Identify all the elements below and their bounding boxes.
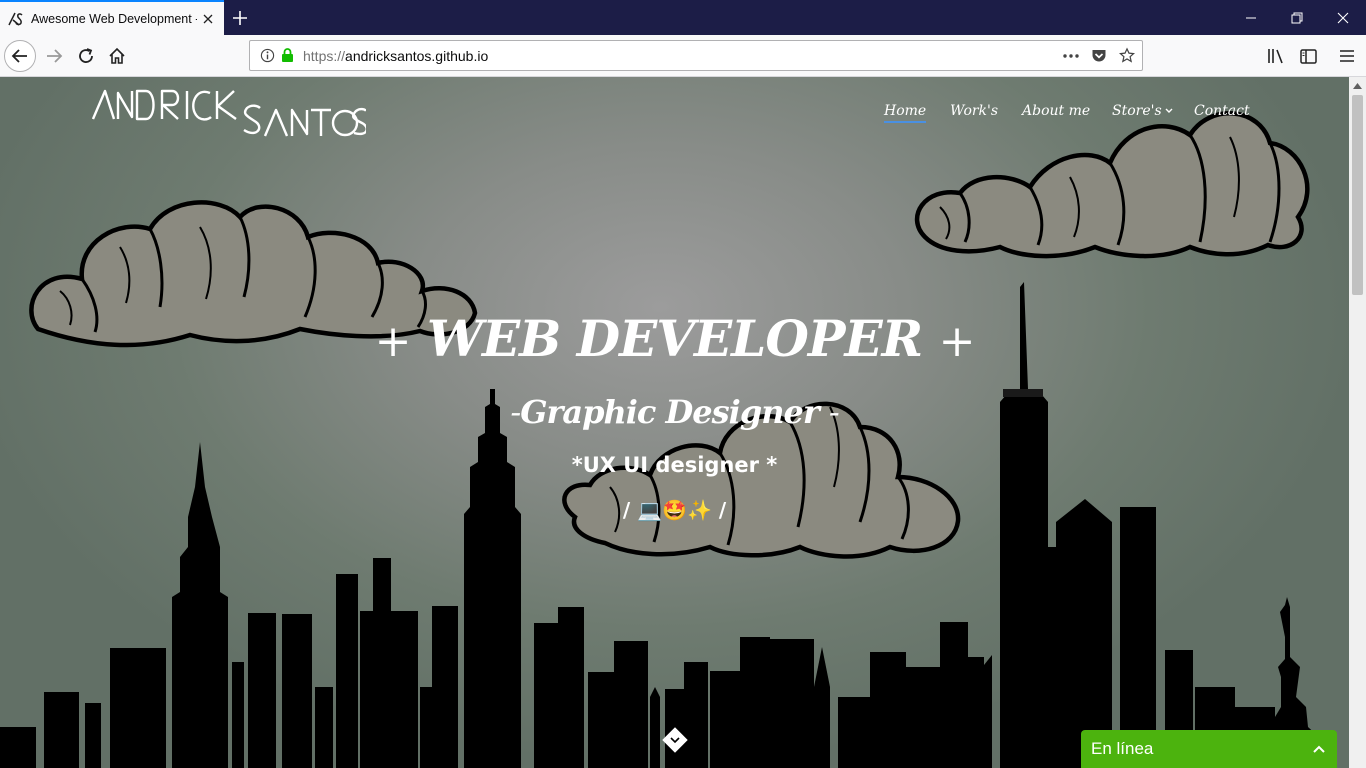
hero-role: *UX UI designer *: [571, 453, 778, 477]
address-bar[interactable]: https://andricksantos.github.io: [249, 40, 1143, 71]
hero-title: + WEB DEVELOPER +: [0, 309, 1349, 368]
nav-works[interactable]: Work's: [950, 103, 998, 119]
hero-emoji-line: / 💻🤩✨ /: [0, 498, 1349, 522]
site-favicon-icon: [8, 12, 23, 26]
scrollbar-thumb[interactable]: [1352, 95, 1363, 295]
hero-title-prefix: +: [374, 316, 412, 367]
lock-icon[interactable]: [279, 48, 295, 64]
andrick-santos-logo[interactable]: [92, 89, 366, 139]
chevron-down-icon: [1165, 108, 1173, 113]
info-icon[interactable]: [259, 48, 275, 64]
hero-subtitle-suffix: -: [828, 393, 840, 431]
hero-emojis: 💻🤩✨: [637, 498, 712, 522]
tab-close-icon[interactable]: [200, 11, 216, 27]
sidebar-icon[interactable]: [1292, 40, 1324, 72]
chat-widget[interactable]: En línea: [1081, 730, 1337, 768]
hero-title-text: WEB DEVELOPER: [426, 309, 923, 368]
url-text: https://andricksantos.github.io: [303, 47, 489, 64]
nav-stores[interactable]: Store's: [1112, 103, 1173, 119]
nav-about-me[interactable]: About me: [1022, 103, 1090, 119]
scroll-up-icon[interactable]: [1349, 77, 1366, 94]
nav-contact[interactable]: Contact: [1194, 103, 1250, 119]
hero-emoji-suffix: /: [718, 498, 727, 522]
nav-stores-label: Store's: [1112, 103, 1162, 119]
nav-home[interactable]: Home: [884, 103, 927, 123]
hero-subtitle-text: Graphic Designer: [520, 393, 819, 431]
restore-icon[interactable]: [1274, 0, 1320, 35]
minimize-icon[interactable]: [1228, 0, 1274, 35]
chevron-up-icon[interactable]: [1311, 741, 1327, 757]
menu-icon[interactable]: [1331, 40, 1363, 72]
hero-title-suffix: +: [938, 316, 976, 367]
scroll-down-icon[interactable]: [662, 727, 688, 753]
pocket-icon[interactable]: [1091, 48, 1107, 64]
bookmark-star-icon[interactable]: [1119, 47, 1135, 64]
library-icon[interactable]: [1260, 40, 1292, 72]
home-icon[interactable]: [101, 40, 133, 72]
tab-title: Awesome Web Development -: [31, 11, 197, 26]
chat-status-label: En línea: [1091, 739, 1154, 758]
hero-subtitle: -Graphic Designer -: [0, 393, 1349, 431]
reload-icon[interactable]: [70, 40, 102, 72]
back-icon[interactable]: [4, 40, 36, 72]
hero-emoji-prefix: /: [622, 498, 631, 522]
page-actions-icon[interactable]: [1063, 48, 1079, 64]
cloud-right: [914, 111, 1310, 259]
tab-strip: Awesome Web Development -: [0, 0, 1366, 35]
page-viewport: Home Work's About me Store's Contact + W…: [0, 77, 1349, 768]
new-tab-icon[interactable]: [230, 8, 250, 28]
forward-icon[interactable]: [38, 40, 70, 72]
close-window-icon[interactable]: [1320, 0, 1366, 35]
browser-tab[interactable]: Awesome Web Development -: [0, 0, 224, 35]
page-scrollbar[interactable]: [1349, 77, 1366, 768]
navigation-toolbar: https://andricksantos.github.io: [0, 35, 1366, 77]
hero-subtitle-prefix: -: [510, 393, 521, 431]
